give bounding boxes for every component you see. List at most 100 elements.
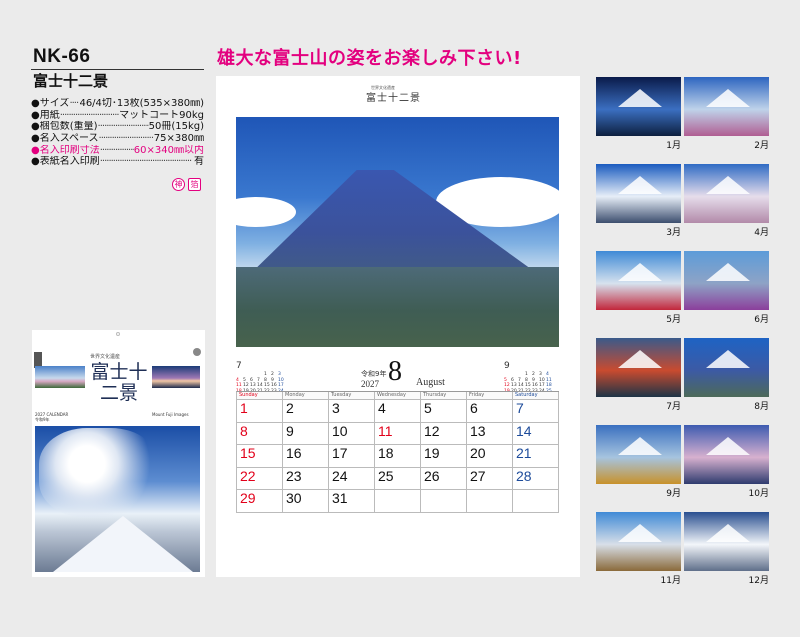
calendar-day: 6 — [467, 400, 513, 423]
calendar-day: 22 — [237, 467, 283, 490]
calendar-day: 11 — [375, 422, 421, 445]
calendar-day: 29 — [237, 490, 283, 513]
mountain-icon — [706, 437, 750, 455]
calendar-day: 7 — [513, 400, 559, 423]
spec-leader: ········································… — [99, 144, 134, 156]
month-thumb: 6月 — [684, 251, 769, 325]
month-photo — [684, 512, 769, 571]
calendar-day: 20 — [467, 445, 513, 468]
slogan: 雄大な富士山の姿をお楽しみ下さい! — [217, 48, 522, 69]
mountain-icon — [618, 350, 662, 368]
badge-shin: 神 — [172, 178, 185, 191]
month-label: 1月 — [666, 141, 681, 151]
spec-value: 46/4切･13枚(535×380㎜) — [79, 98, 204, 109]
badge-group: 神 箔 — [172, 178, 201, 191]
spec-label: ●用紙 — [31, 109, 60, 121]
month-label: 5月 — [666, 315, 681, 325]
calendar-day: 8 — [237, 422, 283, 445]
month-photo — [596, 512, 681, 571]
month-thumb: 1月 — [596, 77, 681, 151]
month-photo — [596, 77, 681, 136]
month-label: 11月 — [660, 576, 681, 586]
page-title: 富士十二景 — [366, 93, 421, 104]
cover-info: 2027 CALENDAR 令和9年 — [35, 412, 68, 423]
month-photo — [684, 338, 769, 397]
spec-leader: ········································… — [69, 98, 80, 109]
month-photo — [596, 425, 681, 484]
calendar-day: 19 — [421, 445, 467, 468]
month-thumb: 11月 — [596, 512, 681, 586]
badge-haku: 箔 — [188, 178, 201, 191]
month-photo — [684, 164, 769, 223]
spec-value: 75×380㎜ — [153, 133, 204, 145]
cloud — [236, 197, 296, 227]
calendar-day: 10 — [329, 422, 375, 445]
reiwa-year: 令和9年 — [361, 370, 387, 378]
spec-value: 50冊(15kg) — [148, 121, 204, 133]
calendar-day: 9 — [283, 422, 329, 445]
calendar-week: 22 23 24 25 26 27 28 — [237, 467, 559, 490]
spec-value: 60×340㎜以内 — [133, 144, 204, 156]
calendar-day — [421, 490, 467, 513]
weekday-thursday: Thursday — [421, 392, 467, 400]
month-thumb: 12月 — [684, 512, 769, 586]
calendar-day: 31 — [329, 490, 375, 513]
spec-list: ●サイズ····································… — [31, 98, 204, 168]
product-code: NK-66 — [33, 46, 91, 67]
spec-value: 有 — [194, 156, 204, 168]
calendar-day: 17 — [329, 445, 375, 468]
calendar-day: 16 — [283, 445, 329, 468]
calendar-day: 18 — [375, 445, 421, 468]
calendar-day: 4 — [375, 400, 421, 423]
month-name: August — [416, 377, 445, 388]
weekday-friday: Friday — [467, 392, 513, 400]
month-label: 3月 — [666, 228, 681, 238]
month-thumb: 2月 — [684, 77, 769, 151]
cover-info-right: Mount Fuji Images — [152, 412, 189, 417]
cover-logo — [193, 348, 201, 356]
month-thumb: 7月 — [596, 338, 681, 412]
mountain-icon — [618, 524, 662, 542]
month-thumb: 4月 — [684, 164, 769, 238]
spec-label: ●名入スペース — [31, 133, 99, 145]
month-thumb: 3月 — [596, 164, 681, 238]
month-label: 6月 — [754, 315, 769, 325]
spec-leader: ········································… — [99, 156, 193, 168]
weekday-sunday: Sunday — [237, 392, 283, 400]
spec-label: ●梱包数(重量) — [31, 121, 98, 133]
calendar-day: 25 — [375, 467, 421, 490]
spec-row: ●表紙名入印刷 ·································… — [31, 156, 204, 168]
month-thumb: 10月 — [684, 425, 769, 499]
spec-row: ●梱包数(重量)································… — [31, 121, 204, 133]
product-title: 富士十二景 — [33, 72, 109, 90]
spec-row: ●用紙·····································… — [31, 110, 204, 122]
calendar-day: 28 — [513, 467, 559, 490]
mountain-icon — [706, 176, 750, 194]
month-thumb: 8月 — [684, 338, 769, 412]
calendar-day: 15 — [237, 445, 283, 468]
spec-label: ●サイズ — [31, 98, 70, 109]
calendar-day: 2 — [283, 400, 329, 423]
hanging-hole — [116, 332, 120, 336]
mountain-icon — [618, 89, 662, 107]
cover-mountain — [53, 516, 193, 572]
month-photo — [684, 425, 769, 484]
month-photo — [596, 251, 681, 310]
mountain-icon — [618, 176, 662, 194]
calendar-day: 23 — [283, 467, 329, 490]
cover-info-reiwa: 令和9年 — [35, 417, 50, 422]
cover-series: 世界文化遺産 — [90, 354, 121, 360]
calendar-day: 27 — [467, 467, 513, 490]
weekday-wednesday: Wednesday — [375, 392, 421, 400]
frosted-tree — [39, 428, 159, 518]
calendar-day: 5 — [421, 400, 467, 423]
calendar-day: 12 — [421, 422, 467, 445]
cover-preview: 世界文化遺産 富士十二景 2027 CALENDAR 令和9年 Mount Fuj… — [32, 330, 205, 577]
spec-leader: ········································… — [98, 133, 154, 145]
cover-thumb-left — [35, 366, 85, 388]
main-photo — [236, 117, 559, 347]
mountain-icon — [706, 524, 750, 542]
calendar-day: 24 — [329, 467, 375, 490]
spec-value: マットコート90kg — [119, 109, 204, 121]
calendar-day: 30 — [283, 490, 329, 513]
